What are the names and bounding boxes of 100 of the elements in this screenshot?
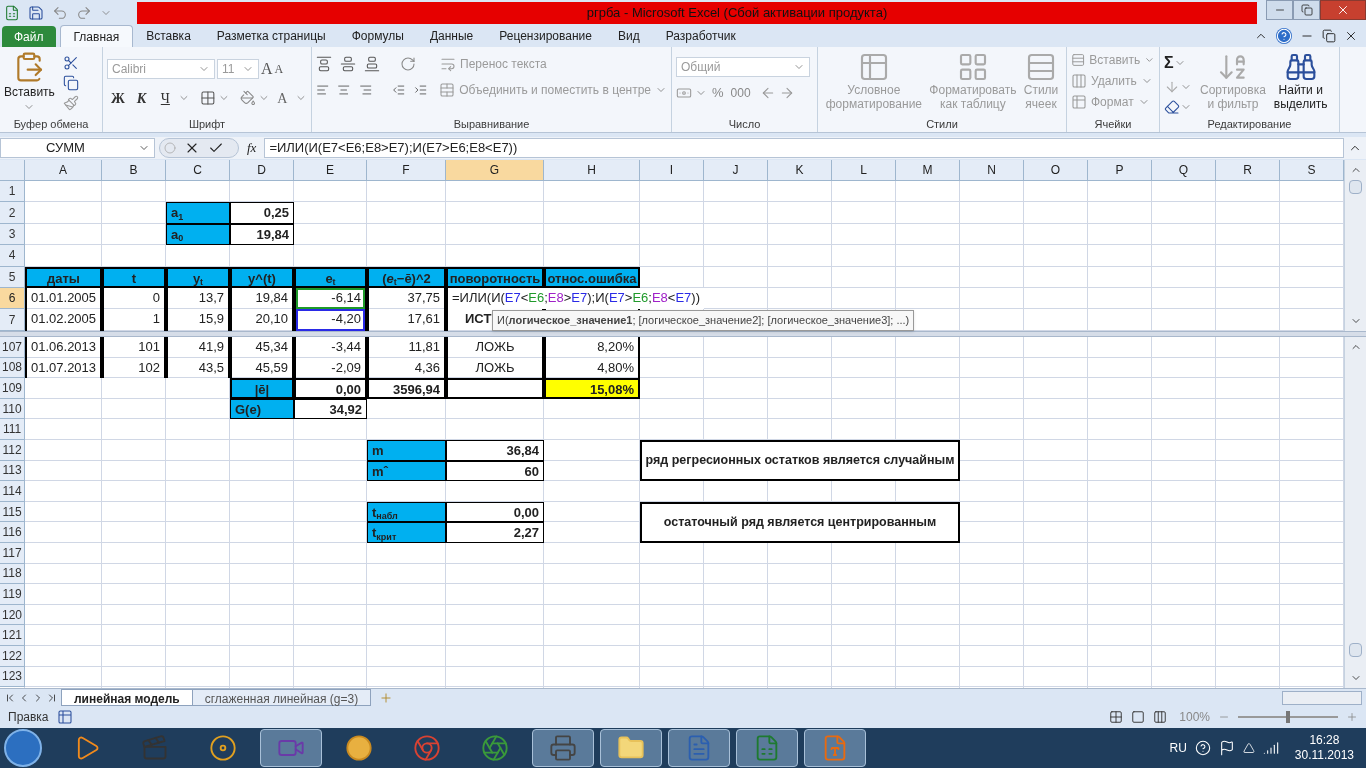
row-header[interactable]: 5: [0, 266, 25, 288]
column-header[interactable]: P: [1088, 160, 1152, 181]
paste-button[interactable]: Вставить: [4, 51, 55, 113]
row-header[interactable]: 117: [0, 542, 25, 564]
table-cell: t$_{крит}$: [367, 522, 446, 543]
ribbon-tab[interactable]: Данные: [416, 25, 487, 47]
column-header[interactable]: O: [1024, 160, 1088, 181]
column-header[interactable]: E: [294, 160, 367, 181]
row-header[interactable]: 6: [0, 287, 25, 310]
row-header[interactable]: 121: [0, 625, 25, 646]
table-cell[interactable]: =ИЛИ(И(E7<E6;E8>E7);И(E7>E6;E8<E7)): [446, 287, 704, 310]
column-header[interactable]: I: [640, 160, 704, 181]
editing-button[interactable]: Найти и выделить: [1273, 51, 1328, 115]
table-cell: 19,84: [230, 223, 294, 246]
column-header[interactable]: A: [25, 160, 102, 181]
row-header[interactable]: 115: [0, 501, 25, 523]
row-header[interactable]: 110: [0, 398, 25, 420]
ribbon-tab[interactable]: Главная: [59, 25, 134, 47]
minimize-button[interactable]: [1266, 0, 1293, 20]
row-header[interactable]: 116: [0, 522, 25, 543]
underline-button[interactable]: Ч: [154, 87, 177, 109]
ribbon-tab[interactable]: Разметка страницы: [203, 25, 339, 47]
taskbar-button[interactable]: [668, 729, 730, 767]
row-header[interactable]: 109: [0, 378, 25, 399]
column-header[interactable]: M: [896, 160, 960, 181]
column-header[interactable]: N: [960, 160, 1024, 181]
bold-button[interactable]: Ж: [107, 87, 129, 109]
italic-button[interactable]: К: [130, 87, 153, 109]
shrink-font-button[interactable]: A: [274, 60, 284, 78]
row-header[interactable]: 2: [0, 202, 25, 224]
ribbon-tab[interactable]: Вид: [604, 25, 653, 47]
fill-down-icon: [1164, 79, 1180, 95]
taskbar-button[interactable]: [804, 729, 866, 767]
font-color-button[interactable]: A: [271, 87, 294, 109]
row-header[interactable]: 120: [0, 604, 25, 626]
close-button[interactable]: [1320, 0, 1366, 20]
percent-button[interactable]: %: [710, 83, 726, 103]
zoom-level: 100%: [1179, 709, 1210, 726]
start-button[interactable]: [4, 729, 42, 767]
row-header[interactable]: 114: [0, 481, 25, 502]
grow-font-button[interactable]: A: [261, 57, 273, 81]
column-header[interactable]: R: [1216, 160, 1280, 181]
insert-function-button[interactable]: fx: [243, 138, 261, 158]
redo-button[interactable]: [76, 4, 92, 21]
column-header[interactable]: S: [1280, 160, 1344, 181]
row-header[interactable]: 123: [0, 666, 25, 688]
column-header[interactable]: Q: [1152, 160, 1216, 181]
column-header[interactable]: K: [768, 160, 832, 181]
row-header[interactable]: 119: [0, 584, 25, 605]
row-header[interactable]: 122: [0, 645, 25, 667]
row-header[interactable]: 3: [0, 223, 25, 246]
row-header[interactable]: 111: [0, 419, 25, 440]
select-all-button[interactable]: [0, 160, 25, 181]
taskbar-button[interactable]: [532, 729, 594, 767]
language-indicator[interactable]: RU: [1169, 739, 1187, 757]
row-header[interactable]: 113: [0, 460, 25, 482]
group-label: Ячейки: [1093, 117, 1133, 132]
undo-button[interactable]: [52, 4, 68, 21]
formula-field[interactable]: =ИЛИ(И(E7<E6;E8>E7);И(E7>E6;E8<E7)): [264, 138, 1344, 158]
table-cell: 60: [446, 460, 544, 482]
column-header[interactable]: F: [367, 160, 446, 181]
column-header[interactable]: G: [446, 160, 544, 181]
copy-icon: [62, 75, 79, 91]
ribbon-tab[interactable]: Вставка: [133, 25, 204, 47]
zoom-slider-thumb[interactable]: [1286, 711, 1290, 723]
row-header[interactable]: 112: [0, 439, 25, 461]
name-box[interactable]: СУММ: [0, 138, 155, 158]
ribbon-tab[interactable]: Формулы: [338, 25, 417, 47]
scrollbar-thumb[interactable]: [1349, 643, 1362, 657]
scrollbar-thumb[interactable]: [1349, 180, 1362, 194]
sheet-tab[interactable]: линейная модель: [61, 689, 193, 706]
sum-button[interactable]: Σ: [1164, 51, 1192, 75]
row-header[interactable]: 4: [0, 245, 25, 267]
horizontal-scrollbar[interactable]: [1282, 690, 1362, 705]
row-header[interactable]: 108: [0, 357, 25, 379]
row-header[interactable]: 7: [0, 309, 25, 331]
column-header[interactable]: H: [544, 160, 640, 181]
ribbon-tab[interactable]: Разработчик: [652, 25, 749, 47]
vertical-scrollbar[interactable]: [1344, 160, 1366, 331]
table-cell: y^(t): [230, 266, 294, 288]
file-tab[interactable]: Файл: [2, 26, 56, 47]
column-header[interactable]: L: [832, 160, 896, 181]
restore-button[interactable]: [1293, 0, 1320, 20]
column-header[interactable]: B: [102, 160, 166, 181]
ribbon-tab[interactable]: Рецензирование: [486, 25, 605, 47]
indent-decrease-icon: [392, 82, 406, 98]
column-header[interactable]: C: [166, 160, 230, 181]
row-header[interactable]: 1: [0, 181, 25, 203]
row-header[interactable]: 107: [0, 337, 25, 358]
column-header[interactable]: D: [230, 160, 294, 181]
taskbar-button[interactable]: [736, 729, 798, 767]
taskbar-button[interactable]: [260, 729, 322, 767]
table-cell: 19,84: [230, 287, 294, 310]
save-button[interactable]: [28, 4, 44, 21]
column-header[interactable]: J: [704, 160, 768, 181]
vertical-scrollbar[interactable]: [1344, 337, 1366, 688]
table-cell: ЛОЖЬ: [446, 357, 544, 379]
taskbar-button[interactable]: [600, 729, 662, 767]
row-header[interactable]: 118: [0, 563, 25, 585]
sheet-tab[interactable]: сглаженная линейная (g=3): [191, 689, 372, 706]
